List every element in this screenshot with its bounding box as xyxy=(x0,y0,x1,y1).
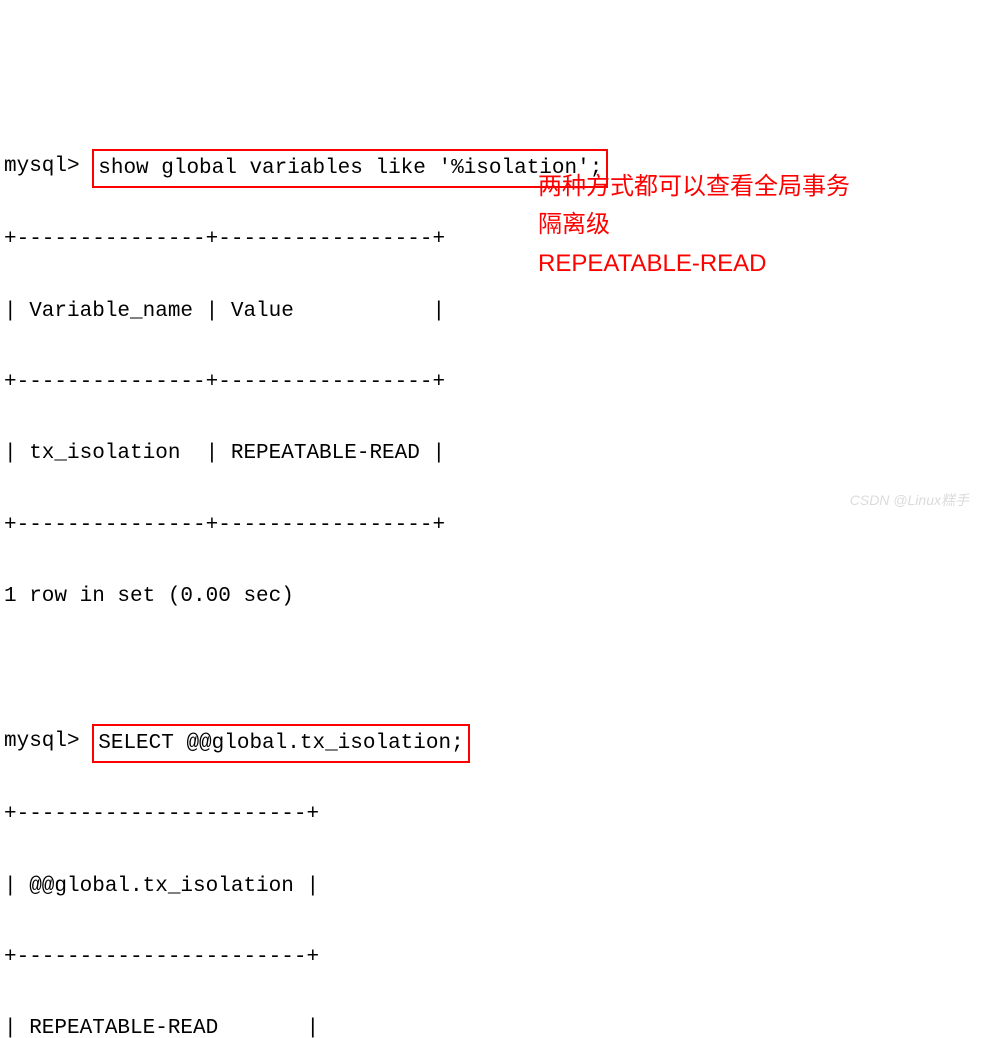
result1: 1 row in set (0.00 sec) xyxy=(4,579,977,615)
command2-highlight: SELECT @@global.tx_isolation; xyxy=(92,724,469,764)
table2-border-mid: +-----------------------+ xyxy=(4,940,977,976)
table1-data-row: | tx_isolation | REPEATABLE-READ | xyxy=(4,436,977,472)
command1-highlight: show global variables like '%isolation'; xyxy=(92,149,608,189)
annotation-line2: 隔离级 xyxy=(538,206,850,244)
command1-text: show global variables like '%isolation'; xyxy=(98,157,602,180)
table2-border-top: +-----------------------+ xyxy=(4,797,977,833)
watermark: CSDN @Linux糕手 xyxy=(850,489,969,513)
table1-border-bottom: +---------------+-----------------+ xyxy=(4,508,977,544)
mysql-prompt: mysql> xyxy=(4,155,80,178)
annotation-text: 两种方式都可以查看全局事务 隔离级 REPEATABLE-READ xyxy=(538,168,850,283)
table2-header: | @@global.tx_isolation | xyxy=(4,869,977,905)
command2-text: SELECT @@global.tx_isolation; xyxy=(98,732,463,755)
blank-line-1 xyxy=(4,650,977,686)
mysql-prompt-2: mysql> xyxy=(4,730,80,753)
prompt-line-2: mysql> SELECT @@global.tx_isolation; xyxy=(4,722,977,762)
annotation-line3: REPEATABLE-READ xyxy=(538,245,850,283)
table1-border-mid: +---------------+-----------------+ xyxy=(4,365,977,401)
table2-data-row: | REPEATABLE-READ | xyxy=(4,1011,977,1038)
annotation-line1: 两种方式都可以查看全局事务 xyxy=(538,168,850,206)
table1-header: | Variable_name | Value | xyxy=(4,294,977,330)
